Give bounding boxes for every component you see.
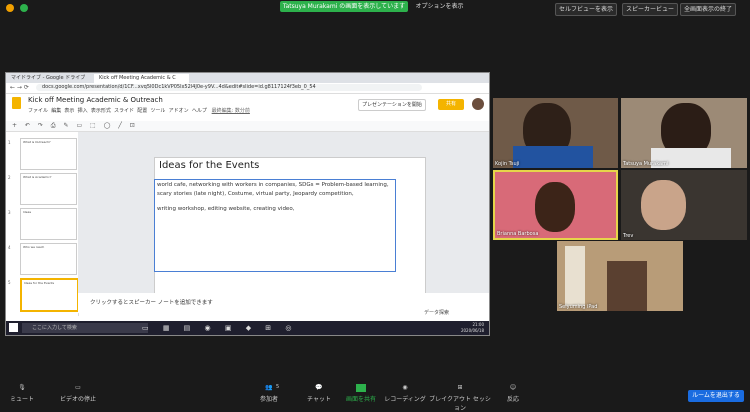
browser-address-bar: ← → ⟳ docs.google.com/presentation/d/1CF… [6, 83, 489, 94]
avatar[interactable] [472, 98, 484, 110]
slides-header: Kick off Meeting Academic & Outreach ファイ… [6, 94, 489, 121]
participant-name: Trev [623, 233, 634, 239]
share-button[interactable]: 共有 [438, 99, 464, 110]
self-view-button[interactable]: セルフビューを表示 [555, 3, 618, 16]
video-tile-trev[interactable]: Trev [621, 170, 747, 240]
slide-number: 2 [8, 175, 11, 180]
view-options-dropdown[interactable]: オプションを表示 [412, 1, 467, 12]
slides-logo-icon[interactable] [12, 97, 21, 109]
video-tile-kojin-tsuji[interactable]: Kojin Tsuji [493, 98, 618, 168]
menu-file[interactable]: ファイル [28, 108, 48, 114]
windows-start-icon[interactable] [9, 323, 18, 332]
record-button[interactable]: ◉ レコーディング [384, 384, 426, 403]
leave-meeting-button[interactable]: ルームを退出する [688, 390, 744, 402]
slide-thumbnail[interactable]: What is Academic? [20, 173, 77, 205]
slide-thumbnail[interactable]: Ideas [20, 208, 77, 240]
tab-google-drive[interactable]: マイドライブ - Google ドライブ [6, 74, 91, 83]
tab-slides[interactable]: Kick off Meeting Academic & C [94, 74, 189, 83]
url-field[interactable]: docs.google.com/presentation/d/1CF...xvq… [36, 84, 422, 91]
slide-body-text-2[interactable]: writing workshop, editing website, creat… [157, 205, 395, 214]
menu-edit[interactable]: 編集 [51, 108, 61, 114]
video-tile-ipad[interactable]: Seiyuming iPad [557, 241, 683, 311]
microphone-icon: 🎙 [18, 384, 26, 391]
chat-icon: 💬 [315, 384, 323, 391]
stop-video-button[interactable]: ▭ ビデオの停止 [52, 384, 104, 403]
toolbar-icons[interactable]: + ↶ ↷ ⎙ ✎ ▭ ⬚ ◯ ╱ ⊡ [12, 122, 138, 130]
participant-count: 5 [276, 384, 280, 390]
taskbar-clock: 21:00 2020/06/18 [460, 322, 484, 333]
mute-button[interactable]: 🎙 ミュート [1, 384, 43, 403]
exit-fullscreen-button[interactable]: 全画面表示の終了 [680, 3, 737, 16]
menu-insert[interactable]: 挿入 [78, 108, 88, 114]
video-tile-brianna-barbosa-active[interactable]: Brianna Barbosa [493, 170, 618, 240]
participants-icon: 👥 [265, 384, 273, 391]
info-icon[interactable] [6, 4, 14, 12]
browser-tab-bar: マイドライブ - Google ドライブ Kick off Meeting Ac… [6, 73, 489, 83]
menu-addons[interactable]: アドオン [169, 108, 189, 114]
nav-arrows-icon[interactable]: ← → ⟳ [10, 84, 29, 91]
explore-button[interactable]: データ探索 [424, 309, 449, 316]
breakout-rooms-button[interactable]: ⊞ ブレイクアウト セッション [428, 384, 492, 412]
participant-video [641, 180, 686, 230]
screen-share-banner: Tatsuya Murakami の画面を表示しています [280, 1, 408, 12]
security-shield-icon[interactable] [20, 4, 28, 12]
slide-title[interactable]: Ideas for the Events [159, 160, 259, 171]
breakout-rooms-icon: ⊞ [457, 384, 463, 391]
menu-bar: ファイル 編集 表示 挿入 表示形式 スライド 配置 ツール アドオン ヘルプ … [28, 107, 250, 114]
filmstrip: 1 What is Outreach? 2 What is Academic? … [6, 132, 79, 316]
participant-name: Tatsuya Murakami [623, 161, 669, 167]
reactions-button[interactable]: ☺ 反応 [492, 384, 534, 403]
participant-shirt [513, 146, 593, 168]
participant-name: Brianna Barbosa [497, 231, 539, 237]
slide-number: 3 [8, 210, 11, 215]
menu-help[interactable]: ヘルプ [192, 108, 207, 114]
current-slide: Ideas for the Events world cafe, network… [154, 157, 426, 306]
shared-screen: マイドライブ - Google ドライブ Kick off Meeting Ac… [5, 72, 490, 336]
taskbar-search-input[interactable]: ここに入力して検索 [22, 323, 148, 333]
menu-tools[interactable]: ツール [150, 108, 165, 114]
present-button[interactable]: プレゼンテーションを開始 [358, 99, 426, 111]
participant-name: Kojin Tsuji [495, 161, 520, 167]
slide-thumbnail[interactable]: What is Outreach? [20, 138, 77, 170]
slide-thumbnail-selected[interactable]: Ideas for the Events [20, 278, 79, 312]
participants-button[interactable]: 👥 参加者 [248, 384, 290, 403]
taskbar-app-icons[interactable]: ▭ ▦ ▤ ◉ ▣ ◆ ⊞ ◎ [142, 323, 312, 333]
slide-number: 5 [8, 280, 11, 285]
video-tile-tatsuya-murakami[interactable]: Tatsuya Murakami [621, 98, 747, 168]
slide-number: 1 [8, 140, 11, 145]
share-screen-button[interactable]: 画面を共有 [340, 384, 382, 403]
menu-arrange[interactable]: 配置 [137, 108, 147, 114]
record-icon: ◉ [402, 384, 408, 391]
participant-name: Seiyuming iPad [559, 304, 598, 310]
participant-video [565, 246, 585, 306]
speaker-view-button[interactable]: スピーカービュー [622, 3, 679, 16]
menu-format[interactable]: 表示形式 [91, 108, 111, 114]
windows-taskbar: ここに入力して検索 ▭ ▦ ▤ ◉ ▣ ◆ ⊞ ◎ 21:00 2020/06/1… [6, 321, 489, 335]
slide-thumbnail[interactable]: Who we reach [20, 243, 77, 275]
camera-icon: ▭ [75, 384, 81, 391]
share-screen-icon [356, 384, 366, 392]
slide-body-text[interactable]: world cafe, networking with workers in c… [157, 181, 395, 199]
menu-slide[interactable]: スライド [114, 108, 134, 114]
participant-video [535, 182, 575, 232]
slide-number: 4 [8, 245, 11, 250]
chat-button[interactable]: 💬 チャット [298, 384, 340, 403]
participant-video-dim [607, 261, 647, 311]
last-edit-link[interactable]: 最終編集: 数分前 [212, 108, 250, 114]
menu-view[interactable]: 表示 [64, 108, 74, 114]
reactions-icon: ☺ [509, 384, 517, 391]
doc-title[interactable]: Kick off Meeting Academic & Outreach [28, 96, 163, 104]
slides-toolbar: + ↶ ↷ ⎙ ✎ ▭ ⬚ ◯ ╱ ⊡ [6, 121, 489, 132]
